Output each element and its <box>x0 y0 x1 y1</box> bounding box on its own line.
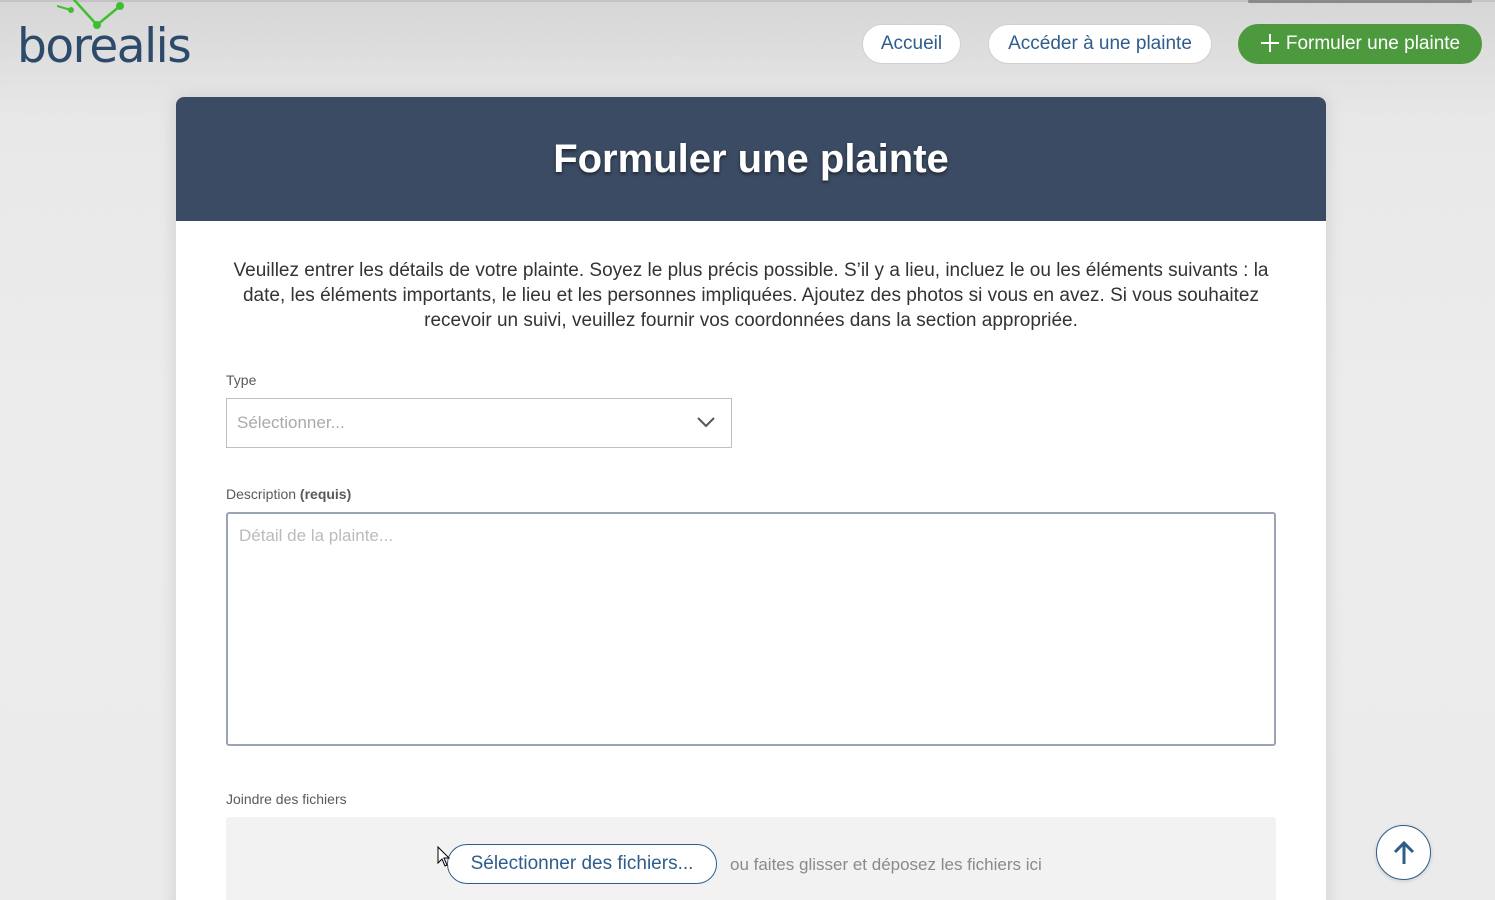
type-select[interactable]: Sélectionner... <box>226 398 732 448</box>
drop-hint-text: ou faites glisser et déposez les fichier… <box>730 855 1042 874</box>
type-label: Type <box>226 372 257 388</box>
intro-text: Veuillez entrer les détails de votre pla… <box>233 260 1269 331</box>
type-select-placeholder: Sélectionner... <box>237 413 345 432</box>
top-right-bar <box>1248 0 1472 3</box>
attach-files-label: Joindre des fichiers <box>226 791 347 807</box>
description-label: Description (requis) <box>226 486 351 502</box>
description-placeholder: Détail de la plainte... <box>239 526 394 545</box>
file-dropzone[interactable]: Sélectionner des fichiers... ou faites g… <box>226 817 1276 900</box>
plus-icon <box>1260 34 1279 52</box>
access-complaint-button[interactable]: Accéder à une plainte <box>988 24 1212 64</box>
chevron-down-icon <box>697 417 715 428</box>
description-textarea[interactable]: Détail de la plainte... <box>226 512 1276 746</box>
file-complaint-label: Formuler une plainte <box>1285 33 1461 54</box>
page-title: Formuler une plainte <box>553 136 949 181</box>
home-button[interactable]: Accueil <box>862 24 961 64</box>
required-marker: (requis) <box>299 486 352 502</box>
file-complaint-button[interactable]: Formuler une plainte <box>1238 24 1482 64</box>
brand-logo-text: borealis <box>17 19 192 74</box>
description-label-text: Description <box>226 486 297 502</box>
select-files-button[interactable]: Sélectionner des fichiers... <box>447 844 717 884</box>
complaint-form-card: Formuler une plainte Veuillez entrer les… <box>176 97 1326 900</box>
arrow-up-icon <box>1393 840 1414 864</box>
card-header: Formuler une plainte <box>176 97 1326 221</box>
brand-logo[interactable]: borealis <box>17 0 192 74</box>
mouse-cursor-icon <box>437 846 451 867</box>
scroll-to-top-button[interactable] <box>1376 825 1431 880</box>
